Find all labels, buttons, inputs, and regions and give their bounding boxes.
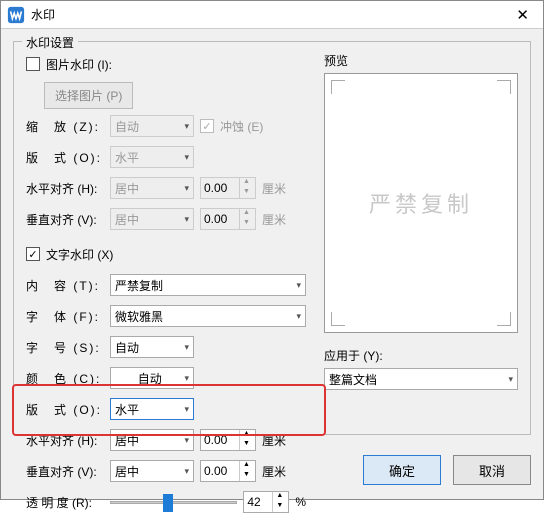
preview-pane: 严禁复制 (324, 73, 518, 333)
content-label: 内 容 (T): (26, 277, 104, 294)
dialog-window: 水印 ✕ 水印设置 图片水印 (I): 选择图片 (P) 缩 放 (Z): (0, 0, 544, 500)
img-valign-spin[interactable]: ▲▼ (200, 208, 256, 230)
opacity-slider[interactable] (110, 492, 237, 512)
font-select[interactable]: 微软雅黑▾ (110, 305, 306, 327)
txt-halign-label: 水平对齐 (H): (26, 432, 104, 449)
img-halign-spin[interactable]: ▲▼ (200, 177, 256, 199)
img-layout-label: 版 式 (O): (26, 149, 104, 166)
img-halign-select[interactable]: 居中▾ (110, 177, 194, 199)
size-select[interactable]: 自动▾ (110, 336, 194, 358)
txt-halign-select[interactable]: 居中▾ (110, 429, 194, 451)
text-wm-checkbox[interactable]: ✓ (26, 247, 40, 261)
apply-label: 应用于 (Y): (324, 347, 383, 364)
preview-watermark: 严禁复制 (369, 187, 473, 219)
washout-checkbox[interactable]: ✓ (200, 119, 214, 133)
size-label: 字 号 (S): (26, 339, 104, 356)
ok-button[interactable]: 确定 (363, 455, 441, 485)
txt-halign-spin[interactable]: ▲▼ (200, 429, 256, 451)
font-label: 字 体 (F): (26, 308, 104, 325)
washout-label: 冲蚀 (E) (220, 118, 263, 135)
txt-layout-label: 版 式 (O): (26, 401, 104, 418)
image-wm-label: 图片水印 (I): (46, 56, 112, 73)
opacity-spin[interactable]: ▲▼ (243, 491, 289, 513)
choose-image-button[interactable]: 选择图片 (P) (44, 82, 133, 109)
text-wm-label: 文字水印 (X) (46, 246, 113, 263)
opacity-label: 透 明 度 (R): (26, 494, 104, 511)
txt-valign-spin[interactable]: ▲▼ (200, 460, 256, 482)
window-title: 水印 (31, 6, 508, 23)
img-valign-select[interactable]: 居中▾ (110, 208, 194, 230)
titlebar: 水印 ✕ (1, 1, 543, 29)
apply-select[interactable]: 整篇文档▾ (324, 368, 518, 390)
image-wm-checkbox[interactable] (26, 57, 40, 71)
fieldset-legend: 水印设置 (22, 34, 78, 51)
content-select[interactable]: 严禁复制▾ (110, 274, 306, 296)
close-button[interactable]: ✕ (508, 6, 537, 24)
txt-valign-select[interactable]: 居中▾ (110, 460, 194, 482)
txt-valign-label: 垂直对齐 (V): (26, 463, 104, 480)
txt-layout-select[interactable]: 水平▾ (110, 398, 194, 420)
color-select[interactable]: 自动▾ (110, 367, 194, 389)
app-icon (7, 6, 25, 24)
color-label: 颜 色 (C): (26, 370, 104, 387)
img-valign-label: 垂直对齐 (V): (26, 211, 104, 228)
cancel-button[interactable]: 取消 (453, 455, 531, 485)
zoom-label: 缩 放 (Z): (26, 118, 104, 135)
zoom-select[interactable]: 自动▾ (110, 115, 194, 137)
settings-fieldset: 水印设置 图片水印 (I): 选择图片 (P) 缩 放 (Z): 自动▾ ✓ (13, 41, 531, 435)
img-layout-select[interactable]: 水平▾ (110, 146, 194, 168)
preview-label: 预览 (324, 52, 518, 69)
img-halign-label: 水平对齐 (H): (26, 180, 104, 197)
